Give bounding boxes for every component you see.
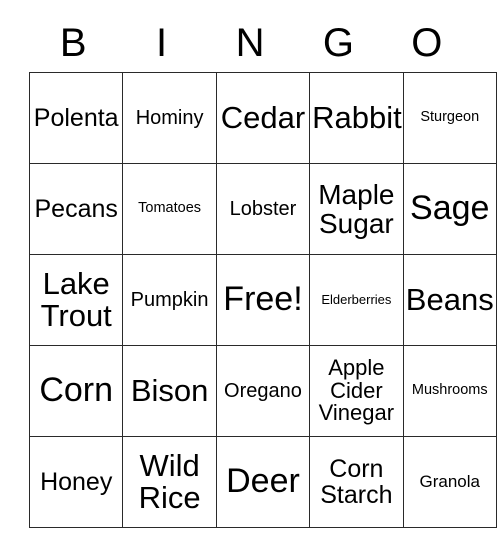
bingo-cell-label: Maple Sugar	[318, 178, 395, 239]
bingo-cell[interactable]: Polenta	[28, 72, 124, 164]
bingo-cell[interactable]: Bison	[122, 345, 217, 437]
bingo-cell[interactable]: Maple Sugar	[309, 163, 404, 255]
bingo-cell-label: Corn Starch	[320, 455, 393, 509]
bingo-cell[interactable]: Hominy	[122, 72, 217, 164]
bingo-cell-label: Hominy	[135, 106, 204, 129]
bingo-cell[interactable]: Corn Starch	[309, 436, 404, 528]
bingo-header-letter-i: I	[156, 21, 168, 65]
bingo-cell[interactable]: Honey	[28, 436, 124, 528]
bingo-cell[interactable]: Tomatoes	[122, 163, 217, 255]
bingo-cell[interactable]: Pumpkin	[122, 254, 217, 346]
bingo-cell-label: Cedar	[220, 99, 306, 135]
bingo-row: Honey Wild Rice Deer Corn Starch Granola	[28, 436, 497, 528]
bingo-cell-label: Lake Trout	[40, 265, 112, 333]
bingo-cell[interactable]: Corn	[28, 345, 124, 437]
bingo-cell[interactable]: Sturgeon	[402, 72, 497, 164]
bingo-cell[interactable]: Oregano	[215, 345, 311, 437]
bingo-cell-label: Granola	[419, 472, 480, 492]
bingo-cell-label: Apple Cider Vinegar	[318, 354, 395, 426]
bingo-cell[interactable]: Beans	[402, 254, 497, 346]
bingo-cell[interactable]: Pecans	[28, 163, 124, 255]
bingo-cell-label: Beans	[405, 281, 494, 317]
bingo-cell-label: Pumpkin	[130, 288, 209, 311]
bingo-cell[interactable]: Lobster	[215, 163, 311, 255]
bingo-cell-label: Rabbit	[312, 99, 402, 135]
bingo-cell-label: Elderberries	[321, 292, 392, 308]
bingo-cell-label: Bison	[130, 372, 209, 408]
bingo-cell-label: Sturgeon	[420, 109, 480, 126]
bingo-cell-label: Honey	[40, 468, 113, 496]
bingo-cell-label: Oregano	[224, 379, 302, 402]
bingo-header-letter-o: O	[411, 21, 443, 65]
bingo-cell-label: Tomatoes	[138, 200, 202, 217]
bingo-cell[interactable]: Lake Trout	[28, 254, 124, 346]
bingo-header-letter-n: N	[235, 21, 265, 65]
bingo-card: B I N G O Polenta Hominy Cedar Rabbit St…	[28, 14, 497, 528]
bingo-cell[interactable]: Elderberries	[309, 254, 404, 346]
bingo-row: Lake Trout Pumpkin Free! Elderberries Be…	[28, 254, 497, 346]
bingo-cell[interactable]: Rabbit	[309, 72, 404, 164]
bingo-cell-label: Corn	[39, 371, 114, 410]
bingo-cell[interactable]: Granola	[402, 436, 497, 528]
bingo-cell[interactable]: Wild Rice	[122, 436, 217, 528]
bingo-cell[interactable]: Mushrooms	[402, 345, 497, 437]
bingo-row: Corn Bison Oregano Apple Cider Vinegar M…	[28, 345, 497, 437]
bingo-cell-label: Lobster	[229, 197, 297, 220]
bingo-header-letter-b: B	[59, 21, 87, 65]
bingo-cell[interactable]: Deer	[215, 436, 311, 528]
bingo-cell[interactable]: Sage	[402, 163, 497, 255]
bingo-cell-label: Polenta	[33, 104, 119, 132]
bingo-cell[interactable]: Apple Cider Vinegar	[309, 345, 404, 437]
bingo-header-letter-g: G	[322, 21, 354, 65]
bingo-row: Pecans Tomatoes Lobster Maple Sugar Sage	[28, 163, 497, 255]
bingo-cell-label: Free!	[223, 280, 303, 319]
bingo-cell-label: Mushrooms	[411, 382, 488, 399]
bingo-cell-label: Wild Rice	[138, 447, 201, 515]
bingo-row: Polenta Hominy Cedar Rabbit Sturgeon	[28, 72, 497, 164]
bingo-grid: Polenta Hominy Cedar Rabbit Sturgeon Pec…	[28, 72, 497, 528]
bingo-cell-label: Pecans	[34, 195, 118, 223]
bingo-cell-label: Sage	[410, 189, 490, 228]
bingo-cell[interactable]: Cedar	[215, 72, 311, 164]
bingo-cell-label: Deer	[226, 462, 300, 501]
bingo-cell-free[interactable]: Free!	[215, 254, 311, 346]
bingo-header-row: B I N G O	[29, 14, 471, 72]
